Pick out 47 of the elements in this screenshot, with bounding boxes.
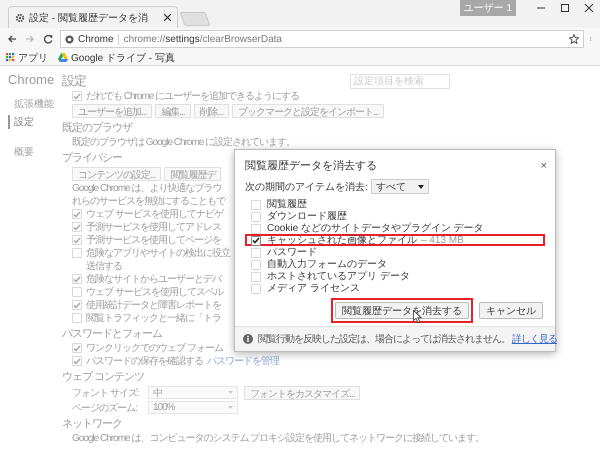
dialog-title: 閲覧履歴データを消去する	[245, 159, 377, 173]
checkbox-label: 閲覧トラフィックと一緒に「トラ	[86, 312, 221, 325]
checkbox-label: 予測サービスを使用してアドレス	[86, 221, 221, 234]
data-option[interactable]: Cookie などのサイトデータやプラグイン データ	[245, 222, 545, 234]
section-heading: 既定のブラウザ	[62, 121, 132, 136]
section-heading: パスワードとフォーム	[62, 327, 162, 342]
checkbox-label: 送信する	[86, 260, 123, 273]
data-option[interactable]: 自動入力フォームのデータ	[245, 258, 545, 270]
period-dropdown[interactable]: すべて	[370, 179, 429, 194]
close-button[interactable]: ×	[540, 158, 547, 173]
description-text: Google Chrome は、コンピュータのシステム プロキシ設定を使用してネットワークに接続しています。	[72, 432, 484, 445]
checkbox-label: ウェブ サービスを使用してスペル	[86, 286, 223, 299]
section-heading: ウェブ コンテンツ	[62, 370, 144, 385]
data-option[interactable]: ダウンロード履歴	[245, 210, 545, 222]
data-option[interactable]: ホストされているアプリ データ	[245, 270, 545, 282]
checkbox-label: ウェブ サービスを使用してナビゲ	[86, 208, 223, 221]
bookmark-item[interactable]: Google ドライブ - 写真	[58, 50, 175, 64]
checkbox-label: 危険なサイトからユーザーとデバ	[86, 273, 221, 286]
description-text: れらのサービスを無効にすることもで	[72, 195, 225, 208]
data-option[interactable]: 閲覧履歴	[245, 198, 545, 210]
checkbox-label: 使用統計データと障害レポートを	[86, 299, 221, 312]
description-text: 既定のブラウザは Google Chrome に設定されています。	[72, 136, 296, 149]
url-text: chrome://settings/clearBrowserData	[118, 34, 565, 44]
period-label: 次の期間のアイテムを消去:	[245, 180, 368, 194]
learn-more-link[interactable]: 詳しく見る	[512, 334, 557, 345]
bookmark-item[interactable]: アプリ	[6, 50, 48, 64]
description-text: Google Chrome は、より快適なブラウ	[72, 182, 222, 195]
section-heading: プライバシー	[62, 151, 122, 166]
checkbox-label: パスワードの保存を確認する	[86, 355, 203, 368]
data-option[interactable]: パスワード	[245, 246, 545, 258]
checkbox-label: ワンクリックでのウェブ フォーム	[86, 342, 223, 355]
checkbox-label: 危険なアプリやサイトの検出に役立	[86, 247, 230, 260]
select-label: フォント サイズ:	[72, 386, 140, 400]
brand-label: Chrome	[8, 72, 54, 87]
section-heading: ネットワーク	[62, 417, 122, 432]
data-option[interactable]: メディア ライセンス	[245, 282, 545, 294]
checkbox-label: だれでも Chrome にユーザーを追加できるようにする	[86, 90, 300, 103]
address-bar[interactable]: Chrome chrome://settings/clearBrowserData	[60, 30, 584, 48]
data-option[interactable]: キャッシュされた画像とファイル – 413 MB	[245, 234, 545, 246]
sidebar-item[interactable]: 設定	[8, 115, 34, 129]
dialog-button[interactable]: キャンセル	[479, 302, 543, 319]
site-label: Chrome	[78, 34, 114, 44]
checkbox-label: 予測サービスを使用してページを	[86, 234, 221, 247]
tab-title: 設定 - 閲覧履歴データを消	[29, 12, 149, 24]
footer-note: 閲覧行動を反映した設定は、場合によっては消去されません。 詳しく見る	[258, 332, 557, 346]
page-title: 設定	[62, 72, 86, 90]
select-label: ページのズーム:	[72, 402, 138, 414]
